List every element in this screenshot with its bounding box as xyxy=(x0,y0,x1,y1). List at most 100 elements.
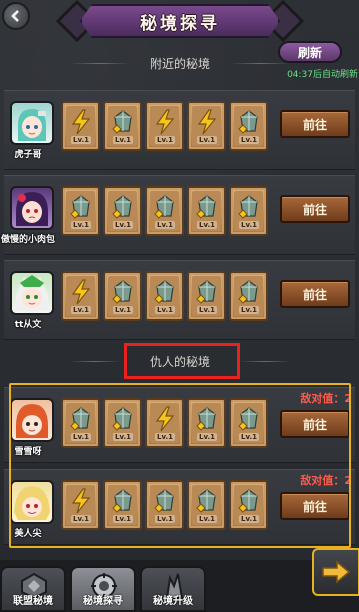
card-level: Lv.1 xyxy=(197,221,217,229)
reward-card[interactable]: Lv.1 xyxy=(187,101,226,151)
go-button[interactable]: 前往 xyxy=(280,280,350,308)
enemy-section-label: 仇人的秘境 xyxy=(149,354,210,369)
nearby-section-title: 附近的秘境 xyxy=(70,52,290,74)
card-level: Lv.1 xyxy=(113,221,133,229)
refresh-timer: 04:37后自动刷新 xyxy=(287,70,358,80)
card-level: Lv.1 xyxy=(239,515,259,523)
reward-card[interactable]: Lv.1 xyxy=(229,186,268,236)
reward-card[interactable]: Lv.1 xyxy=(145,271,184,321)
divider xyxy=(230,63,290,64)
card-level: Lv.1 xyxy=(197,136,217,144)
reward-card[interactable]: Lv.1 xyxy=(187,480,226,530)
reward-card[interactable]: Lv.1 xyxy=(61,101,100,151)
tab-label: 联盟秘境 xyxy=(13,596,53,607)
card-level: Lv.1 xyxy=(71,221,91,229)
avatar[interactable] xyxy=(10,101,54,145)
reward-cards: Lv.1 Lv.1 Lv.1 Lv.1 Lv.1 xyxy=(61,480,268,530)
crystal-icon xyxy=(238,407,258,431)
crystal-icon xyxy=(238,195,258,219)
reward-card[interactable]: Lv.1 xyxy=(103,271,142,321)
reward-card[interactable]: Lv.1 xyxy=(103,101,142,151)
reward-card[interactable]: Lv.1 xyxy=(229,101,268,151)
title-banner: 秘境探寻 xyxy=(80,4,280,38)
reward-card[interactable]: Lv.1 xyxy=(145,186,184,236)
tab-alliance[interactable]: 联盟秘境 xyxy=(0,566,66,612)
reward-card[interactable]: Lv.1 xyxy=(187,271,226,321)
reward-card[interactable]: Lv.1 xyxy=(145,398,184,448)
card-level: Lv.1 xyxy=(71,306,91,314)
crystal-icon xyxy=(196,489,216,513)
card-level: Lv.1 xyxy=(197,306,217,314)
reward-card[interactable]: Lv.1 xyxy=(187,398,226,448)
card-level: Lv.1 xyxy=(155,136,175,144)
enemy-value: 敌对值：2 xyxy=(300,392,352,405)
tab-label: 秘境探寻 xyxy=(83,596,123,607)
reward-card[interactable]: Lv.1 xyxy=(145,480,184,530)
card-level: Lv.1 xyxy=(113,433,133,441)
card-level: Lv.1 xyxy=(239,306,259,314)
enemy-row: 美人尖 Lv.1 Lv.1 Lv.1 Lv.1 Lv.1 敌对值：2 前往 xyxy=(4,469,355,545)
back-arrow-icon xyxy=(11,10,19,22)
reward-card[interactable]: Lv.1 xyxy=(229,480,268,530)
card-level: Lv.1 xyxy=(113,136,133,144)
header: 秘境探寻 附近的秘境 刷新 04:37后自动刷新 xyxy=(0,0,359,80)
reward-cards: Lv.1 Lv.1 Lv.1 Lv.1 Lv.1 xyxy=(61,101,268,151)
reward-card[interactable]: Lv.1 xyxy=(61,480,100,530)
reward-card[interactable]: Lv.1 xyxy=(103,186,142,236)
avatar[interactable] xyxy=(10,398,54,442)
reward-card[interactable]: Lv.1 xyxy=(61,186,100,236)
reward-card[interactable]: Lv.1 xyxy=(229,398,268,448)
reward-card[interactable]: Lv.1 xyxy=(61,271,100,321)
card-level: Lv.1 xyxy=(155,306,175,314)
card-level: Lv.1 xyxy=(71,433,91,441)
go-button[interactable]: 前往 xyxy=(280,195,350,223)
lightning-icon xyxy=(197,109,217,135)
back-button[interactable] xyxy=(2,2,30,30)
card-level: Lv.1 xyxy=(113,306,133,314)
reward-card[interactable]: Lv.1 xyxy=(187,186,226,236)
card-level: Lv.1 xyxy=(113,515,133,523)
player-portrait-icon xyxy=(16,275,48,311)
page-title: 秘境探寻 xyxy=(140,13,220,34)
card-level: Lv.1 xyxy=(239,221,259,229)
card-level: Lv.1 xyxy=(155,221,175,229)
go-button[interactable]: 前往 xyxy=(280,110,350,138)
nearby-row: 傲慢的小肉包 Lv.1 Lv.1 Lv.1 Lv.1 Lv.1 前往 xyxy=(1,175,355,255)
nearby-row: tt从文 Lv.1 Lv.1 Lv.1 Lv.1 Lv.1 前往 xyxy=(4,260,355,340)
enemy-value: 敌对值：2 xyxy=(300,474,352,487)
player-name: tt从文 xyxy=(14,320,42,330)
reward-card[interactable]: Lv.1 xyxy=(229,271,268,321)
reward-card[interactable]: Lv.1 xyxy=(103,480,142,530)
crystal-icon xyxy=(112,195,132,219)
crystal-icon xyxy=(112,407,132,431)
go-button[interactable]: 前往 xyxy=(280,410,350,438)
crystal-icon xyxy=(154,489,174,513)
divider xyxy=(70,63,130,64)
tab-label: 秘境升级 xyxy=(153,596,193,607)
refresh-button[interactable]: 刷新 xyxy=(278,41,342,63)
reward-card[interactable]: Lv.1 xyxy=(145,101,184,151)
crystal-icon xyxy=(238,489,258,513)
crystal-icon xyxy=(112,110,132,134)
go-button[interactable]: 前往 xyxy=(280,492,350,520)
avatar[interactable] xyxy=(10,186,54,230)
player-name: 傲慢的小肉包 xyxy=(0,235,55,245)
avatar[interactable] xyxy=(10,480,54,524)
crystal-icon xyxy=(196,280,216,304)
reward-card[interactable]: Lv.1 xyxy=(103,398,142,448)
tab-upgrade[interactable]: 秘境升级 xyxy=(140,566,206,612)
player-portrait-icon xyxy=(18,109,46,141)
crystal-icon xyxy=(154,280,174,304)
card-level: Lv.1 xyxy=(71,136,91,144)
next-arrow-button[interactable] xyxy=(312,548,359,596)
tab-explore[interactable]: 秘境探寻 xyxy=(70,566,136,612)
lightning-icon xyxy=(155,109,175,135)
lightning-icon xyxy=(71,109,91,135)
avatar[interactable] xyxy=(10,271,54,315)
reward-cards: Lv.1 Lv.1 Lv.1 Lv.1 Lv.1 xyxy=(61,398,268,448)
player-portrait-icon xyxy=(16,404,48,438)
player-portrait-icon xyxy=(14,486,50,520)
reward-card[interactable]: Lv.1 xyxy=(61,398,100,448)
card-level: Lv.1 xyxy=(155,433,175,441)
player-name: 美人尖 xyxy=(14,529,42,539)
